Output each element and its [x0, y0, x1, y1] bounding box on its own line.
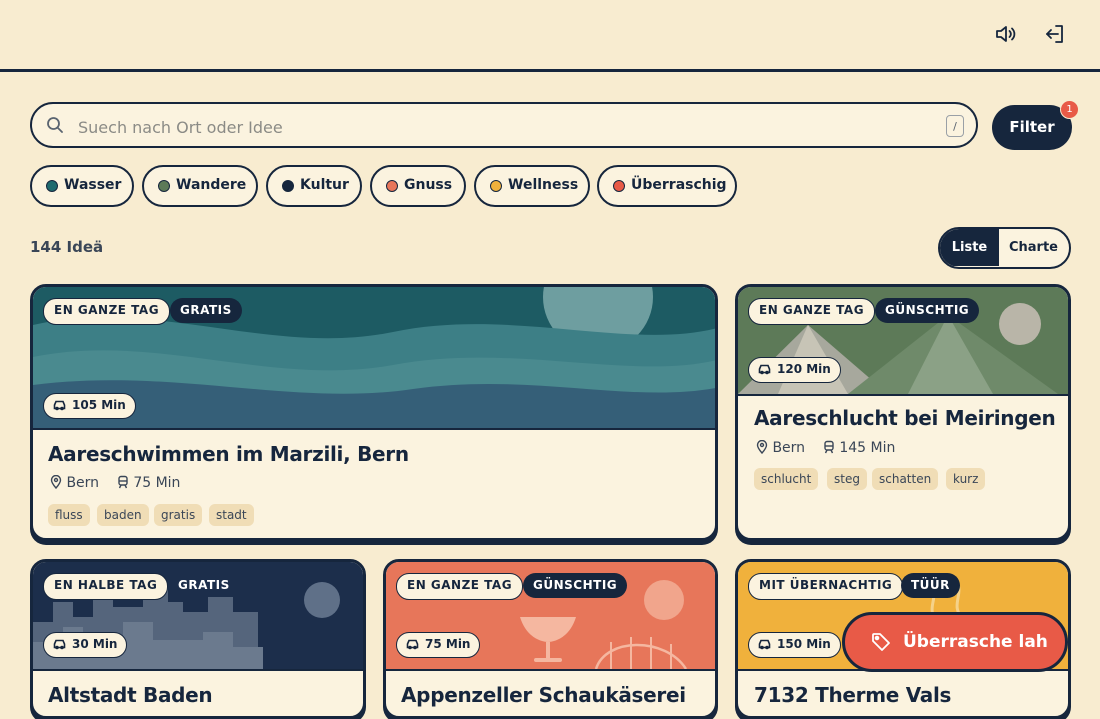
- chip-gnuss[interactable]: Gnuss: [370, 165, 466, 207]
- location-pin-icon: [50, 475, 62, 489]
- chip-label: Gnuss: [404, 177, 453, 193]
- view-map-button[interactable]: Charte: [999, 229, 1068, 266]
- card-title: Aareschwimmen im Marzili, Bern: [48, 442, 409, 466]
- card-title: Altstadt Baden: [48, 683, 213, 707]
- card-location: Bern: [772, 440, 806, 456]
- card-tag: schatten: [872, 468, 939, 490]
- card-train-time: 75 Min: [133, 475, 181, 491]
- speaker-icon[interactable]: [994, 22, 1018, 46]
- color-dot: [282, 180, 294, 192]
- card-tag: baden: [97, 504, 149, 526]
- results-count: 144 Ideä: [30, 238, 104, 256]
- chip-wellness[interactable]: Wellness: [474, 165, 590, 207]
- view-toggle: Liste Charte: [938, 227, 1071, 269]
- card-train-time: 145 Min: [839, 440, 896, 456]
- surprise-me-button[interactable]: Überrasche lah: [842, 612, 1068, 672]
- travel-time: 105 Min: [43, 393, 136, 419]
- color-dot: [490, 180, 502, 192]
- travel-time-value: 150 Min: [777, 637, 831, 651]
- search-shortcut-hint: /: [946, 115, 964, 137]
- card-title: Aareschlucht bei Meiringen: [754, 406, 1056, 430]
- logout-icon[interactable]: [1043, 22, 1067, 46]
- surprise-label: Überrasche lah: [903, 632, 1048, 652]
- chip-label: Kultur: [300, 177, 349, 193]
- card-tag: schlucht: [754, 468, 819, 490]
- price-tag: GÜNSCHTIG: [875, 298, 980, 323]
- card-tag: gratis: [154, 504, 203, 526]
- travel-time-value: 30 Min: [72, 637, 118, 651]
- idea-card[interactable]: EN HALBE TAG GRATIS 30 Min Altstadt Bade…: [30, 559, 366, 719]
- search-input[interactable]: [76, 112, 900, 142]
- search-icon: [47, 117, 63, 133]
- chip-label: Wellness: [508, 177, 579, 193]
- duration-tag: EN GANZE TAG: [748, 298, 876, 325]
- card-location: Bern: [66, 475, 100, 491]
- train-icon: [118, 475, 128, 489]
- travel-time: 75 Min: [396, 632, 481, 658]
- card-tag: kurz: [946, 468, 986, 490]
- price-tag: GÜNSCHTIG: [523, 573, 628, 598]
- color-dot: [386, 180, 398, 192]
- car-icon: [406, 639, 419, 650]
- travel-time: 150 Min: [748, 632, 841, 658]
- price-tag: GRATIS: [170, 298, 242, 323]
- color-dot: [613, 180, 625, 192]
- color-dot: [46, 180, 58, 192]
- idea-card[interactable]: EN GANZE TAG GÜNSCHTIG 75 Min Appenzelle…: [383, 559, 718, 719]
- chip-wasser[interactable]: Wasser: [30, 165, 134, 207]
- travel-time-value: 120 Min: [777, 362, 831, 376]
- car-icon: [758, 639, 771, 650]
- tag-icon: [872, 633, 890, 651]
- location-pin-icon: [756, 440, 768, 454]
- car-icon: [53, 639, 66, 650]
- idea-card[interactable]: EN GANZE TAG GÜNSCHTIG 120 Min Aareschlu…: [735, 284, 1071, 541]
- travel-time-value: 105 Min: [72, 398, 126, 412]
- card-tag: fluss: [48, 504, 90, 526]
- search-bar: /: [30, 102, 978, 148]
- price-tag: TÜÜR: [901, 573, 960, 598]
- duration-tag: EN GANZE TAG: [396, 573, 524, 600]
- chip-ueberraschig[interactable]: Überraschig: [597, 165, 737, 207]
- travel-time: 30 Min: [43, 632, 128, 658]
- card-tag: stadt: [209, 504, 254, 526]
- card-title: Appenzeller Schaukäserei: [401, 683, 686, 707]
- filter-count-badge: 1: [1060, 100, 1079, 119]
- view-list-button[interactable]: Liste: [940, 229, 999, 266]
- duration-tag: EN HALBE TAG: [43, 573, 169, 600]
- card-meta: Bern 75 Min: [50, 475, 180, 491]
- car-icon: [53, 400, 66, 411]
- travel-time: 120 Min: [748, 357, 841, 383]
- car-icon: [758, 364, 771, 375]
- card-title: 7132 Therme Vals: [754, 683, 952, 707]
- card-tag: steg: [827, 468, 867, 490]
- idea-card[interactable]: EN GANZE TAG GRATIS 105 Min Aareschwimme…: [30, 284, 718, 541]
- chip-label: Wandere: [176, 177, 247, 193]
- chip-label: Überraschig: [631, 177, 727, 193]
- chip-kultur[interactable]: Kultur: [266, 165, 362, 207]
- color-dot: [158, 180, 170, 192]
- duration-tag: MIT ÜBERNACHTIG: [748, 573, 904, 600]
- price-tag: GRATIS: [178, 578, 230, 592]
- top-bar: [0, 0, 1100, 72]
- chip-label: Wasser: [64, 177, 122, 193]
- travel-time-value: 75 Min: [425, 637, 471, 651]
- card-meta: Bern 145 Min: [756, 440, 895, 456]
- chip-wandere[interactable]: Wandere: [142, 165, 258, 207]
- train-icon: [824, 440, 834, 454]
- duration-tag: EN GANZE TAG: [43, 298, 171, 325]
